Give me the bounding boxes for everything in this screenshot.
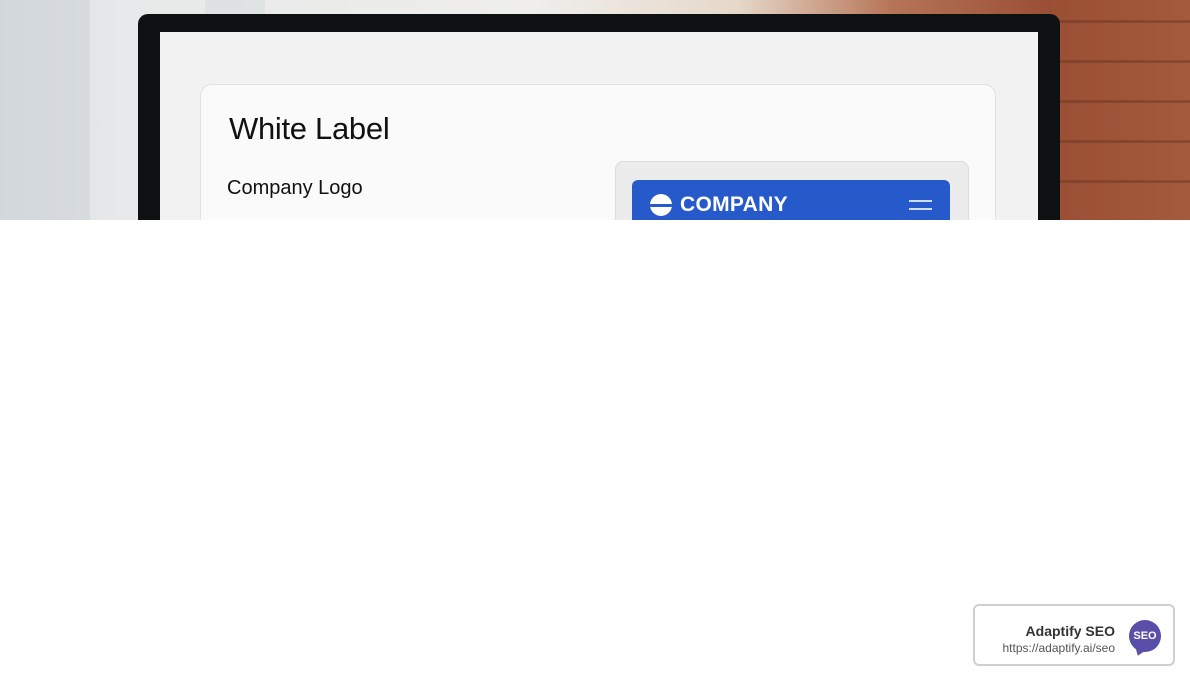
background-photo: White Label Company Logo COMPANY — [0, 0, 1190, 220]
company-logo-icon — [650, 194, 672, 216]
badge-url[interactable]: https://adaptify.ai/seo — [1002, 641, 1115, 655]
company-logo-label: Company Logo — [227, 177, 363, 199]
white-label-card: White Label Company Logo COMPANY — [200, 84, 996, 220]
adaptify-badge[interactable]: Adaptify SEO https://adaptify.ai/seo SEO — [973, 604, 1175, 666]
company-brand-name: COMPANY — [680, 193, 788, 216]
badge-name: Adaptify SEO — [1025, 623, 1115, 639]
background-window — [0, 0, 90, 220]
preview-header-bar: COMPANY — [632, 180, 950, 220]
page-title: White Label — [229, 111, 390, 146]
seo-chat-icon: SEO — [1129, 620, 1161, 652]
hamburger-menu-icon[interactable] — [909, 198, 932, 212]
logo-preview-panel: COMPANY — [615, 161, 969, 220]
monitor-screen: White Label Company Logo COMPANY — [160, 32, 1038, 220]
